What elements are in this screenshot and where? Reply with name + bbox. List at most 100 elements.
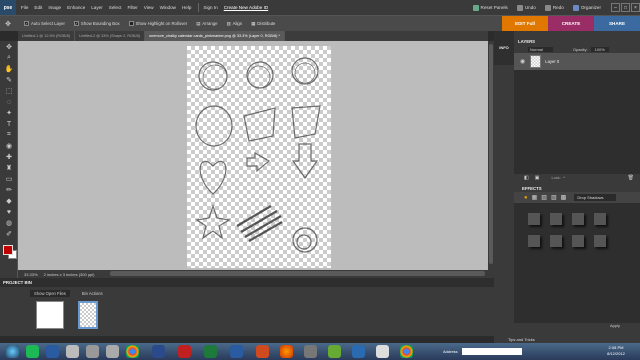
adjustment-layer-icon[interactable]: ◧ (524, 175, 529, 181)
menu-file[interactable]: File (18, 5, 31, 10)
effect-thumbnail[interactable] (594, 213, 606, 225)
menu-enhance[interactable]: Enhance (64, 5, 88, 10)
lasso-tool-icon[interactable]: ◌ (2, 97, 16, 107)
bin-actions-menu[interactable]: Bin Actions (82, 291, 103, 296)
effects-filter-icon[interactable]: ▦ (532, 194, 538, 201)
photoshop-elements-icon[interactable] (152, 345, 165, 358)
spotify-icon[interactable] (26, 345, 39, 358)
sponge-tool-icon[interactable]: ✐ (2, 229, 16, 239)
outlook-icon[interactable] (46, 345, 59, 358)
effect-thumbnail[interactable] (572, 213, 584, 225)
blend-mode-dropdown[interactable]: Normal (528, 46, 553, 52)
lock-icon[interactable]: ▫ (564, 175, 566, 181)
create-adobe-id-link[interactable]: Create New Adobe ID (224, 5, 268, 10)
eye-icon[interactable]: ◉ (520, 58, 525, 65)
zoom-tool-icon[interactable]: ⌕ (2, 53, 16, 63)
shape-tool-icon[interactable]: ♥ (2, 207, 16, 217)
effect-thumbnail[interactable] (594, 235, 606, 247)
edit-mode-button[interactable]: EDIT Full (502, 15, 548, 32)
app-icon[interactable] (106, 345, 119, 358)
excel-icon[interactable] (204, 345, 217, 358)
menu-help[interactable]: Help (179, 5, 194, 10)
type-tool-icon[interactable]: T (2, 119, 16, 129)
clone-stamp-tool-icon[interactable]: ♜ (2, 163, 16, 173)
effect-thumbnail[interactable] (528, 235, 540, 247)
layer-row[interactable]: ◉ Layer 0 (514, 53, 640, 70)
sign-in-link[interactable]: Sign In (203, 5, 217, 10)
effect-thumbnail[interactable] (550, 235, 562, 247)
outlook-2-icon[interactable] (352, 345, 365, 358)
calculator-icon[interactable] (86, 345, 99, 358)
undo-button[interactable]: Undo (516, 4, 536, 11)
eyedropper-tool-icon[interactable]: ✎ (2, 75, 16, 85)
start-orb-icon[interactable] (6, 345, 19, 358)
document-canvas[interactable] (187, 46, 331, 268)
menu-window[interactable]: Window (157, 5, 179, 10)
menu-filter[interactable]: Filter (125, 5, 141, 10)
maximize-button[interactable]: □ (621, 3, 630, 12)
menu-view[interactable]: View (141, 5, 157, 10)
marquee-tool-icon[interactable]: ⬚ (2, 86, 16, 96)
brush-tool-icon[interactable]: ✏ (2, 185, 16, 195)
minimize-button[interactable]: – (611, 3, 620, 12)
tab-untitled-2[interactable]: Untitled-2 @ 33% (Shape 2, RGB/8) (75, 31, 146, 41)
effects-photo-icon[interactable]: ● (524, 195, 528, 201)
align-dropdown[interactable]: ▥ Align (227, 21, 243, 27)
effect-thumbnail[interactable] (528, 213, 540, 225)
move-tool-icon[interactable]: ✥ (2, 42, 16, 52)
opacity-field[interactable]: 100% (590, 46, 609, 52)
apply-button[interactable]: Apply (610, 323, 630, 330)
reset-panels-button[interactable]: Reset Panels (472, 4, 508, 11)
show-open-files-dropdown[interactable]: Show Open Files (30, 289, 70, 297)
foreground-color-swatch[interactable] (3, 245, 13, 255)
green-app-icon[interactable] (328, 345, 341, 358)
menu-select[interactable]: Select (106, 5, 125, 10)
organizer-button[interactable]: Organizer (572, 4, 601, 11)
project-bin-thumbnail-1[interactable] (36, 301, 64, 329)
new-layer-icon[interactable]: ▣ (535, 175, 540, 181)
vertical-scroll-thumb[interactable] (489, 44, 493, 264)
menu-image[interactable]: Image (45, 5, 64, 10)
chrome-icon[interactable] (126, 345, 139, 358)
arrange-dropdown[interactable]: ▤ Arrange (196, 21, 217, 27)
effects-glow-icon[interactable]: ▩ (561, 194, 567, 201)
redo-button[interactable]: Redo (544, 4, 564, 11)
effect-category-dropdown[interactable]: Drop Shadows (574, 194, 616, 201)
auto-select-layer-checkbox[interactable]: ✓ Auto Select Layer (24, 21, 65, 26)
filezilla-icon[interactable] (178, 345, 191, 358)
address-input[interactable] (461, 348, 522, 355)
eraser-tool-icon[interactable]: ▭ (2, 174, 16, 184)
misc-app-icon[interactable] (304, 345, 317, 358)
paint-icon[interactable] (376, 345, 389, 358)
effect-thumbnail[interactable] (550, 213, 562, 225)
hand-tool-icon[interactable]: ✋ (2, 64, 16, 74)
show-highlight-checkbox[interactable]: Show Highlight on Rollover (128, 21, 187, 26)
share-mode-button[interactable]: SHARE (594, 15, 640, 32)
tab-chalky-calendar[interactable]: onemore_chalky calendar cards_pinkmarker… (145, 31, 285, 41)
distribute-dropdown[interactable]: ▦ Distribute (251, 21, 275, 27)
show-bounding-box-checkbox[interactable]: ✓ Show Bounding Box (73, 21, 120, 26)
create-mode-button[interactable]: CREATE (548, 15, 594, 32)
menu-edit[interactable]: Edit (31, 5, 45, 10)
horizontal-scroll-thumb[interactable] (110, 271, 485, 276)
blur-tool-icon[interactable]: ◍ (2, 218, 16, 228)
chrome-2-icon[interactable] (400, 345, 413, 358)
info-tab[interactable]: INFO (494, 31, 514, 65)
paint-bucket-tool-icon[interactable]: ◆ (2, 196, 16, 206)
healing-brush-tool-icon[interactable]: ✚ (2, 152, 16, 162)
itunes-icon[interactable] (66, 345, 79, 358)
powerpoint-icon[interactable] (256, 345, 269, 358)
effects-shadow-icon[interactable]: ▨ (551, 194, 557, 201)
firefox-icon[interactable] (280, 345, 293, 358)
project-bin-thumbnail-2[interactable] (78, 301, 98, 329)
tab-untitled-1[interactable]: Untitled-1 @ 12.5% (RGB/8) (18, 31, 75, 41)
effects-style-icon[interactable]: ▧ (541, 194, 547, 201)
close-button[interactable]: × (631, 3, 640, 12)
magic-wand-tool-icon[interactable]: ✦ (2, 108, 16, 118)
crop-tool-icon[interactable]: ⌗ (2, 130, 16, 140)
effect-thumbnail[interactable] (572, 235, 584, 247)
tips-and-tricks-link[interactable]: Tips and Tricks (508, 337, 535, 342)
word-icon[interactable] (230, 345, 243, 358)
red-eye-tool-icon[interactable]: ◉ (2, 141, 16, 151)
system-clock[interactable]: 2:08 PM 8/12/2012 (596, 345, 636, 358)
